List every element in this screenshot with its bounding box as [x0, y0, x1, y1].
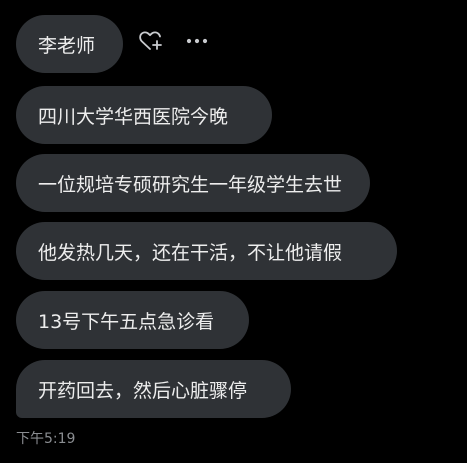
- message-bubble[interactable]: 开药回去，然后心脏骤停: [16, 360, 291, 418]
- heart-plus-icon[interactable]: [138, 30, 164, 52]
- message-bubble[interactable]: 四川大学华西医院今晚: [16, 86, 272, 144]
- message-bubble[interactable]: 一位规培专硕研究生一年级学生去世: [16, 154, 370, 212]
- message-text: 他发热几天，还在干活，不让他请假: [38, 241, 343, 264]
- message-text: 13号下午五点急诊看: [38, 310, 215, 333]
- more-horizontal-icon[interactable]: [186, 38, 208, 44]
- message-text: 一位规培专硕研究生一年级学生去世: [38, 173, 343, 196]
- message-timestamp: 下午5:19: [16, 431, 76, 447]
- message-actions: [138, 30, 208, 52]
- message-text: 李老师: [38, 34, 96, 57]
- message-text: 开药回去，然后心脏骤停: [38, 379, 248, 402]
- message-bubble[interactable]: 李老师: [16, 15, 123, 73]
- message-text: 四川大学华西医院今晚: [38, 105, 229, 128]
- message-bubble[interactable]: 他发热几天，还在干活，不让他请假: [16, 222, 397, 280]
- message-bubble[interactable]: 13号下午五点急诊看: [16, 291, 249, 349]
